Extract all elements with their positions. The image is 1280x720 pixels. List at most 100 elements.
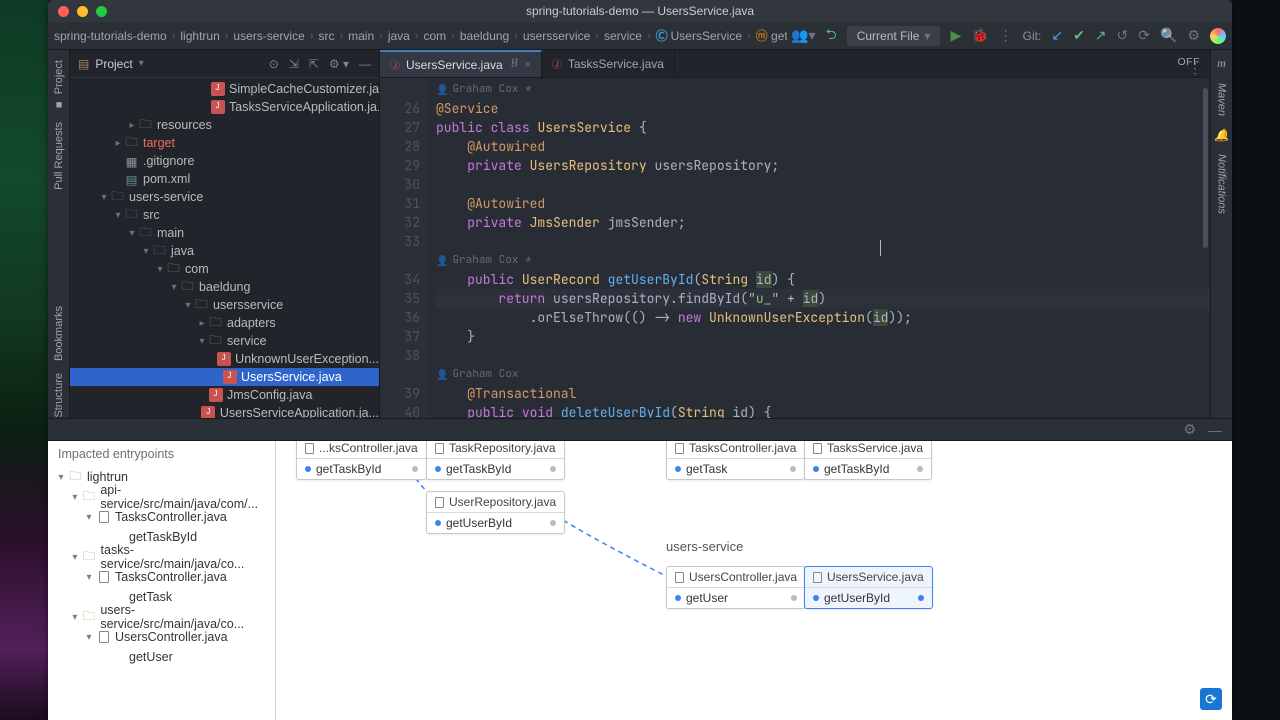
build-icon[interactable]: ⮌: [826, 24, 837, 48]
text-cursor: [880, 240, 881, 256]
search-icon[interactable]: 🔍: [1160, 27, 1177, 44]
project-tool-button[interactable]: ■ Project: [53, 60, 65, 110]
editor-scrollbar[interactable]: [1203, 88, 1208, 248]
editor-tab-active[interactable]: Ⓙ UsersService.java ⭿ ×: [380, 50, 542, 77]
crumb[interactable]: spring-tutorials-demo: [54, 29, 167, 43]
close-tab-icon[interactable]: ×: [524, 59, 530, 71]
left-tool-strip: ■ Project Pull Requests Bookmarks Struct…: [48, 50, 70, 418]
impacted-node[interactable]: ▾🗀tasks-service/src/main/java/co...: [48, 547, 275, 567]
hide-pane-icon[interactable]: —: [359, 57, 371, 71]
crumb[interactable]: src: [318, 29, 334, 43]
debug-icon[interactable]: 🐞: [971, 27, 988, 44]
tree-node[interactable]: ▾🗀com: [70, 260, 379, 278]
impacted-node[interactable]: ▾🗀api-service/src/main/java/com/...: [48, 487, 275, 507]
tree-node[interactable]: ▤pom.xml: [70, 170, 379, 188]
code-editor[interactable]: 2627282930313233343536373839404142 Graha…: [380, 78, 1210, 418]
crumb[interactable]: baeldung: [460, 29, 509, 43]
toolbar-right: 👥▾ ⮌ Current File ▾ ▶ 🐞 ⋮ Git: ↙ ✔ ↗ ↺ ⟳…: [791, 24, 1226, 48]
impacted-tree[interactable]: ▾🗀lightrun▾🗀api-service/src/main/java/co…: [48, 467, 275, 667]
run-icon[interactable]: ▶: [950, 27, 961, 44]
avatar-icon[interactable]: [1210, 28, 1226, 44]
crumb-class[interactable]: ⒸUsersService: [656, 27, 742, 44]
tree-node[interactable]: ▾🗀users-service: [70, 188, 379, 206]
impacted-canvas[interactable]: ...ksController.javagetTaskByIdTaskRepos…: [276, 441, 1232, 720]
run-config-select[interactable]: Current File ▾: [847, 26, 941, 46]
tree-node[interactable]: JJmsConfig.java: [70, 386, 379, 404]
tree-node[interactable]: ▦.gitignore: [70, 152, 379, 170]
crumb[interactable]: com: [424, 29, 447, 43]
history-icon[interactable]: ↺: [1117, 27, 1129, 44]
tree-node[interactable]: ▸🗀target: [70, 134, 379, 152]
impacted-panel: Impacted entrypoints ▾🗀lightrun▾🗀api-ser…: [48, 440, 1232, 720]
graph-card[interactable]: TasksService.javagetTaskById: [804, 441, 932, 480]
tree-node[interactable]: ▸🗀adapters: [70, 314, 379, 332]
editor-tab[interactable]: Ⓙ TasksService.java: [542, 50, 675, 77]
tree-node[interactable]: ▸🗀resources: [70, 116, 379, 134]
crumb[interactable]: usersservice: [523, 29, 590, 43]
select-opened-file-icon[interactable]: ⊙: [269, 57, 279, 71]
refresh-button[interactable]: ⟳: [1200, 688, 1222, 710]
git-update-icon[interactable]: ↙: [1051, 27, 1063, 44]
pull-requests-tool-button[interactable]: Pull Requests: [53, 122, 65, 190]
expand-all-icon[interactable]: ⇲: [289, 57, 299, 71]
impacted-node[interactable]: ▾🗀users-service/src/main/java/co...: [48, 607, 275, 627]
project-tree[interactable]: JSimpleCacheCustomizer.ja...JTasksServic…: [70, 78, 379, 418]
tree-node[interactable]: JUnknownUserException...: [70, 350, 379, 368]
more-run-icon[interactable]: ⋮: [999, 27, 1013, 44]
graph-card[interactable]: TaskRepository.javagetTaskById: [426, 441, 565, 480]
crumb[interactable]: lightrun: [180, 29, 219, 43]
crumb-method[interactable]: ⓜ getUserById: [756, 27, 787, 44]
tree-node[interactable]: JUsersServiceApplication.ja...: [70, 404, 379, 418]
right-tool-strip: m Maven 🔔 Notifications: [1210, 50, 1232, 418]
collapse-all-icon[interactable]: ⇱: [309, 57, 319, 71]
zoom-window-button[interactable]: [96, 6, 107, 17]
git-push-icon[interactable]: ↗: [1095, 27, 1107, 44]
rollback-icon[interactable]: ⟳: [1138, 27, 1150, 44]
pin-icon[interactable]: ⭿: [511, 54, 519, 75]
graph-card[interactable]: TasksController.javagetTask: [666, 441, 805, 480]
crumb[interactable]: service: [604, 29, 642, 43]
settings-icon[interactable]: ⚙ ▾: [329, 57, 349, 71]
structure-tool-button[interactable]: Structure: [53, 373, 65, 418]
inspections-off-badge[interactable]: OFF: [1178, 56, 1201, 68]
tree-node[interactable]: ▾🗀java: [70, 242, 379, 260]
notifications-tool-button[interactable]: Notifications: [1216, 154, 1228, 214]
tree-node[interactable]: ▾🗀usersservice: [70, 296, 379, 314]
crumb[interactable]: java: [388, 29, 410, 43]
bottom-panel-header: ⚙ —: [48, 418, 1232, 440]
crumb[interactable]: main: [348, 29, 374, 43]
graph-card[interactable]: UsersService.javagetUserById: [804, 566, 933, 609]
tree-node[interactable]: JSimpleCacheCustomizer.ja...: [70, 80, 379, 98]
settings-icon[interactable]: ⚙: [1187, 27, 1200, 44]
maven-tool-button[interactable]: Maven: [1216, 83, 1228, 116]
navigation-bar: spring-tutorials-demo› lightrun› users-s…: [48, 22, 1232, 50]
git-commit-icon[interactable]: ✔: [1073, 27, 1085, 44]
notifications-icon[interactable]: 🔔: [1214, 128, 1229, 142]
service-label: users-service: [666, 539, 743, 554]
close-window-button[interactable]: [58, 6, 69, 17]
bookmarks-tool-button[interactable]: Bookmarks: [53, 306, 65, 361]
panel-hide-icon[interactable]: —: [1208, 422, 1222, 438]
tree-node[interactable]: ▾🗀baeldung: [70, 278, 379, 296]
crumb[interactable]: users-service: [233, 29, 304, 43]
tree-node[interactable]: ▾🗀main: [70, 224, 379, 242]
desktop-bg-left: [0, 0, 48, 720]
project-header-title[interactable]: ▤ Project ▾: [78, 57, 144, 71]
traffic-lights: [48, 6, 107, 17]
tree-node[interactable]: JTasksServiceApplication.ja...: [70, 98, 379, 116]
project-pane: ▤ Project ▾ ⊙ ⇲ ⇱ ⚙ ▾ — JSimpleCacheCust…: [70, 50, 380, 418]
panel-settings-icon[interactable]: ⚙: [1183, 421, 1196, 438]
user-icon[interactable]: 👥▾: [791, 27, 815, 44]
graph-card[interactable]: ...ksController.javagetTaskById: [296, 441, 427, 480]
editor-tabs: Ⓙ UsersService.java ⭿ × Ⓙ TasksService.j…: [380, 50, 1210, 78]
tree-node[interactable]: JUsersService.java: [70, 368, 379, 386]
tree-node[interactable]: ▾🗀service: [70, 332, 379, 350]
graph-card[interactable]: UsersController.javagetUser: [666, 566, 806, 609]
editor-gutter: 2627282930313233343536373839404142: [380, 78, 428, 418]
desktop-bg-right: [1232, 0, 1280, 720]
impacted-node[interactable]: getUser: [48, 647, 275, 667]
tree-node[interactable]: ▾🗀src: [70, 206, 379, 224]
graph-card[interactable]: UserRepository.javagetUserById: [426, 491, 565, 534]
minimize-window-button[interactable]: [77, 6, 88, 17]
code-content[interactable]: Graham Cox * @Service public class Users…: [428, 78, 1210, 418]
